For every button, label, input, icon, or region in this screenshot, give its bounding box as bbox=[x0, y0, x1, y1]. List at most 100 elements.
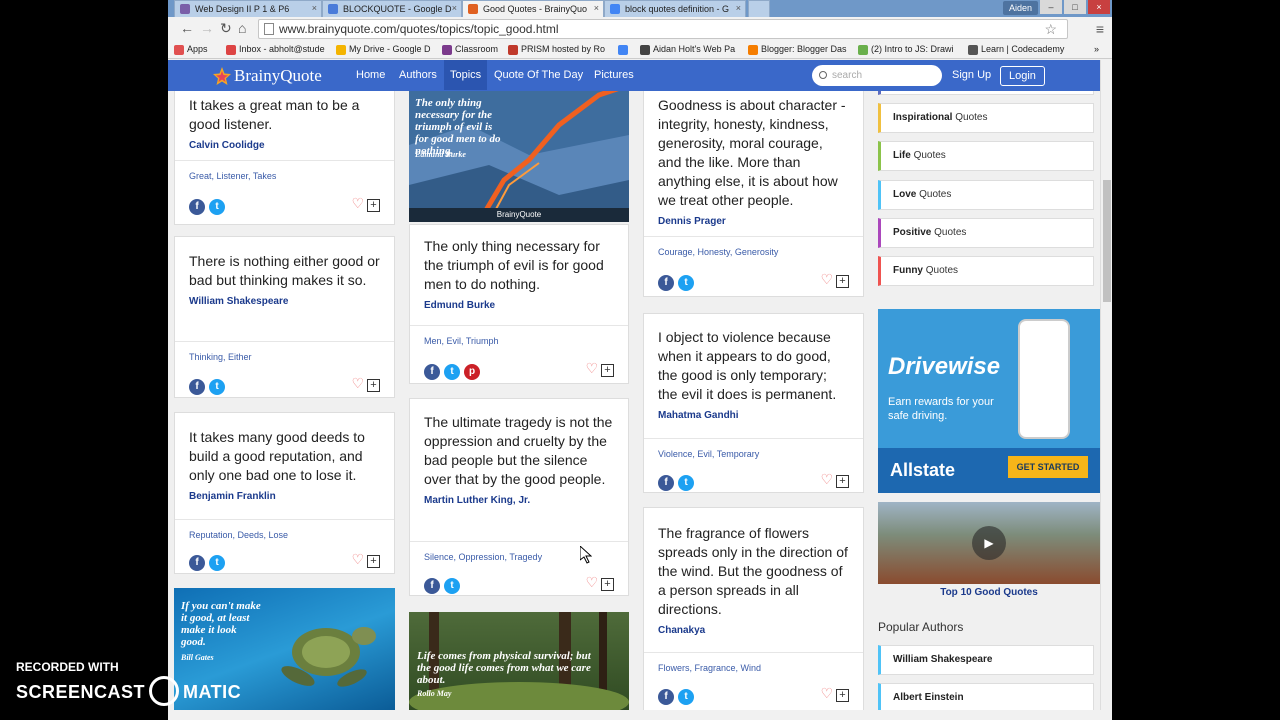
heart-icon[interactable]: ♡ bbox=[820, 685, 833, 701]
quote-author[interactable]: Martin Luther King, Jr. bbox=[410, 489, 628, 506]
plus-icon[interactable]: + bbox=[601, 578, 614, 591]
twitter-icon[interactable]: t bbox=[444, 578, 460, 594]
bookmark-star-icon[interactable]: ☆ bbox=[1044, 20, 1057, 38]
close-icon[interactable]: × bbox=[312, 3, 317, 13]
facebook-icon[interactable]: f bbox=[658, 475, 674, 491]
twitter-icon[interactable]: t bbox=[678, 475, 694, 491]
nav-home[interactable]: Home bbox=[356, 69, 385, 81]
quote-author[interactable]: Chanakya bbox=[644, 619, 863, 636]
quote-text[interactable]: The fragrance of flowers spreads only in… bbox=[644, 508, 863, 619]
vertical-scrollbar[interactable] bbox=[1100, 60, 1112, 710]
topic-button-partial[interactable] bbox=[878, 91, 1094, 95]
picture-quote-may[interactable]: Life comes from physical survival; but t… bbox=[409, 612, 629, 711]
quote-tags[interactable]: Men, Evil, Triumph bbox=[410, 325, 628, 355]
facebook-icon[interactable]: f bbox=[658, 689, 674, 705]
topic-funny[interactable]: Funny Quotes bbox=[878, 256, 1094, 286]
user-badge[interactable]: Aiden bbox=[1002, 1, 1038, 15]
nav-pictures[interactable]: Pictures bbox=[594, 69, 634, 81]
quote-author[interactable]: Benjamin Franklin bbox=[175, 485, 394, 502]
topic-love[interactable]: Love Quotes bbox=[878, 180, 1094, 210]
facebook-icon[interactable]: f bbox=[424, 364, 440, 380]
tab-good-quotes[interactable]: Good Quotes - BrainyQuo × bbox=[462, 0, 604, 17]
heart-icon[interactable]: ♡ bbox=[351, 375, 364, 391]
quote-text[interactable]: The only thing necessary for the triumph… bbox=[410, 225, 628, 294]
bookmark-item[interactable]: Apps bbox=[174, 44, 208, 55]
maximize-icon[interactable]: □ bbox=[1064, 0, 1086, 14]
quote-text[interactable]: There is nothing either good or bad but … bbox=[175, 237, 394, 290]
heart-icon[interactable]: ♡ bbox=[820, 471, 833, 487]
quote-tags[interactable]: Great, Listener, Takes bbox=[175, 160, 394, 190]
quote-author[interactable]: Dennis Prager bbox=[644, 210, 863, 227]
plus-icon[interactable]: + bbox=[367, 379, 380, 392]
heart-icon[interactable]: ♡ bbox=[351, 195, 364, 211]
heart-icon[interactable]: ♡ bbox=[585, 574, 598, 590]
facebook-icon[interactable]: f bbox=[189, 199, 205, 215]
quote-tags[interactable]: Reputation, Deeds, Lose bbox=[175, 519, 394, 549]
brainyquote-logo[interactable]: BrainyQuote bbox=[212, 64, 322, 88]
quote-text[interactable]: The ultimate tragedy is not the oppressi… bbox=[410, 399, 628, 489]
home-icon[interactable]: ⌂ bbox=[238, 20, 246, 36]
login-button[interactable]: Login bbox=[1000, 66, 1045, 86]
plus-icon[interactable]: + bbox=[836, 275, 849, 288]
plus-icon[interactable]: + bbox=[836, 689, 849, 702]
topic-positive[interactable]: Positive Quotes bbox=[878, 218, 1094, 248]
drivewise-ad[interactable]: Drivewise Earn rewards for your safe dri… bbox=[878, 309, 1100, 493]
twitter-icon[interactable]: t bbox=[209, 379, 225, 395]
scrollbar-thumb[interactable] bbox=[1103, 180, 1111, 302]
facebook-icon[interactable]: f bbox=[189, 555, 205, 571]
menu-icon[interactable]: ≡ bbox=[1096, 21, 1104, 37]
search-input[interactable]: search bbox=[812, 65, 942, 86]
plus-icon[interactable]: + bbox=[601, 364, 614, 377]
tab-block-quotes-definition[interactable]: block quotes definition - G × bbox=[604, 0, 746, 17]
bookmark-item[interactable]: (2) Intro to JS: Drawi bbox=[858, 44, 954, 55]
quote-tags[interactable]: Thinking, Either bbox=[175, 341, 394, 371]
quote-author[interactable]: Calvin Coolidge bbox=[175, 134, 394, 151]
bookmark-item[interactable]: PRISM hosted by Ro bbox=[508, 44, 605, 55]
picture-quote-burke[interactable]: The only thing necessary for the triumph… bbox=[409, 91, 629, 222]
address-bar[interactable]: www.brainyquote.com/quotes/topics/topic_… bbox=[258, 19, 1068, 39]
video-thumbnail[interactable]: ▶ bbox=[878, 502, 1100, 584]
twitter-icon[interactable]: t bbox=[678, 275, 694, 291]
horizontal-scrollbar[interactable] bbox=[168, 710, 1112, 720]
twitter-icon[interactable]: t bbox=[209, 555, 225, 571]
nav-quote-of-the-day[interactable]: Quote Of The Day bbox=[494, 69, 583, 81]
quote-text[interactable]: Goodness is about character - integrity,… bbox=[644, 91, 863, 210]
new-tab-button[interactable] bbox=[748, 0, 770, 17]
twitter-icon[interactable]: t bbox=[444, 364, 460, 380]
twitter-icon[interactable]: t bbox=[678, 689, 694, 705]
pinterest-icon[interactable]: p bbox=[464, 364, 480, 380]
bookmark-item[interactable]: Classroom bbox=[442, 44, 498, 55]
quote-text[interactable]: I object to violence because when it app… bbox=[644, 314, 863, 404]
sign-up-link[interactable]: Sign Up bbox=[952, 69, 991, 81]
plus-icon[interactable]: + bbox=[367, 199, 380, 212]
author-william-shakespeare[interactable]: William Shakespeare bbox=[878, 645, 1094, 675]
bookmark-item[interactable]: Inbox - abholt@stude bbox=[226, 44, 325, 55]
bookmark-item[interactable]: Learn | Codecademy bbox=[968, 44, 1064, 55]
bookmarks-overflow-icon[interactable]: » bbox=[1094, 44, 1099, 54]
window-close-icon[interactable]: × bbox=[1088, 0, 1110, 14]
topic-inspirational[interactable]: Inspirational Quotes bbox=[878, 103, 1094, 133]
facebook-icon[interactable]: f bbox=[189, 379, 205, 395]
quote-tags[interactable]: Courage, Honesty, Generosity bbox=[644, 236, 863, 266]
quote-text[interactable]: It takes a great man to be a good listen… bbox=[175, 91, 394, 134]
author-albert-einstein[interactable]: Albert Einstein bbox=[878, 683, 1094, 711]
tab-web-design[interactable]: Web Design II P 1 & P6 × bbox=[174, 0, 322, 17]
tab-blockquote[interactable]: BLOCKQUOTE - Google D × bbox=[322, 0, 462, 17]
video-caption[interactable]: Top 10 Good Quotes bbox=[878, 587, 1100, 598]
nav-authors[interactable]: Authors bbox=[399, 69, 437, 81]
reload-icon[interactable]: ↻ bbox=[220, 20, 232, 37]
forward-icon[interactable]: → bbox=[200, 20, 214, 36]
quote-author[interactable]: Mahatma Gandhi bbox=[644, 404, 863, 421]
minimize-icon[interactable]: – bbox=[1040, 0, 1062, 14]
quote-tags[interactable]: Flowers, Fragrance, Wind bbox=[644, 652, 863, 682]
quote-tags[interactable]: Violence, Evil, Temporary bbox=[644, 438, 863, 468]
close-icon[interactable]: × bbox=[452, 3, 457, 13]
heart-icon[interactable]: ♡ bbox=[585, 360, 598, 376]
heart-icon[interactable]: ♡ bbox=[351, 551, 364, 567]
back-icon[interactable]: ← bbox=[180, 20, 194, 36]
close-icon[interactable]: × bbox=[736, 3, 741, 13]
close-icon[interactable]: × bbox=[594, 3, 599, 13]
bookmark-item[interactable]: Aidan Holt's Web Pa bbox=[640, 44, 735, 55]
get-started-button[interactable]: GET STARTED bbox=[1008, 456, 1088, 478]
plus-icon[interactable]: + bbox=[367, 555, 380, 568]
